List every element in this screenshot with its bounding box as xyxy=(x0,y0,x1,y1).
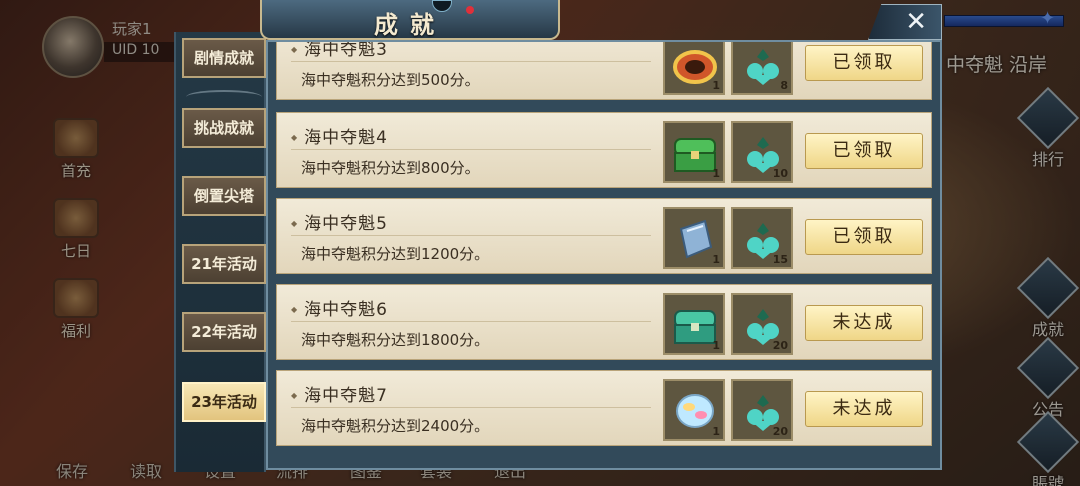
tab-2023-events[interactable]: 23年活动 xyxy=(182,382,266,422)
tab-2022-events[interactable]: 22年活动 xyxy=(182,312,266,352)
reward-count: 1 xyxy=(712,339,720,352)
claim-status-button[interactable]: 未达成 xyxy=(805,391,923,427)
achievement-card: 海中夺魁7 海中夺魁积分达到2400分。 1 20 未达成 xyxy=(276,370,932,446)
reward-slot-1[interactable]: 1 xyxy=(663,121,725,183)
achievement-card: 海中夺魁5 海中夺魁积分达到1200分。 1 15 已领取 xyxy=(276,198,932,274)
achievement-title: 海中夺魁3 xyxy=(291,42,388,60)
achievement-title: 海中夺魁4 xyxy=(291,123,388,148)
reward-count: 1 xyxy=(712,79,720,92)
reward-slot-1[interactable]: 1 xyxy=(663,293,725,355)
claim-status-button[interactable]: 已领取 xyxy=(805,219,923,255)
achievement-title: 海中夺魁7 xyxy=(291,381,388,406)
achievement-title: 海中夺魁6 xyxy=(291,295,388,320)
card-divider xyxy=(291,235,651,236)
card-divider xyxy=(291,407,651,408)
achievement-description: 海中夺魁积分达到500分。 xyxy=(301,71,480,89)
claim-status-button[interactable]: 未达成 xyxy=(805,305,923,341)
reward-count: 15 xyxy=(772,253,788,266)
reward-count: 1 xyxy=(712,167,720,180)
reward-count: 20 xyxy=(772,425,788,438)
achievement-description: 海中夺魁积分达到2400分。 xyxy=(301,417,490,435)
achievement-card: 海中夺魁3 海中夺魁积分达到500分。 1 8 已领取 xyxy=(276,42,932,100)
achievement-description: 海中夺魁积分达到1200分。 xyxy=(301,245,490,263)
tab-column: 剧情成就 挑战成就 倒置尖塔 21年活动 22年活动 23年活动 xyxy=(174,32,266,472)
reward-slot-2[interactable]: 8 xyxy=(731,42,793,95)
tab-divider-ornament xyxy=(186,90,262,104)
reward-slot-2[interactable]: 15 xyxy=(731,207,793,269)
window-title: 成就 xyxy=(374,11,446,39)
reward-slot-1[interactable]: 1 xyxy=(663,379,725,441)
reward-slot-2[interactable]: 20 xyxy=(731,293,793,355)
achievement-card: 海中夺魁6 海中夺魁积分达到1800分。 1 20 未达成 xyxy=(276,284,932,360)
achievement-description: 海中夺魁积分达到800分。 xyxy=(301,159,480,177)
achievement-list[interactable]: 海中夺魁3 海中夺魁积分达到500分。 1 8 已领取 xyxy=(266,40,942,470)
tab-story-achievements[interactable]: 剧情成就 xyxy=(182,38,266,78)
window-header: 成就 xyxy=(260,0,560,40)
achievement-description: 海中夺魁积分达到1800分。 xyxy=(301,331,490,349)
notification-dot xyxy=(466,6,474,14)
card-divider xyxy=(291,61,651,62)
reward-slot-2[interactable]: 10 xyxy=(731,121,793,183)
reward-slot-1[interactable]: 1 xyxy=(663,42,725,95)
achievement-title: 海中夺魁5 xyxy=(291,209,388,234)
reward-count: 8 xyxy=(780,79,788,92)
reward-count: 1 xyxy=(712,425,720,438)
card-divider xyxy=(291,149,651,150)
reward-slot-2[interactable]: 20 xyxy=(731,379,793,441)
claim-status-button[interactable]: 已领取 xyxy=(805,133,923,169)
reward-count: 20 xyxy=(772,339,788,352)
achievement-card: 海中夺魁4 海中夺魁积分达到800分。 1 10 已领取 xyxy=(276,112,932,188)
reward-slot-1[interactable]: 1 xyxy=(663,207,725,269)
tab-challenge-achievements[interactable]: 挑战成就 xyxy=(182,108,266,148)
reward-count: 1 xyxy=(712,253,720,266)
claim-status-button[interactable]: 已领取 xyxy=(805,45,923,81)
reward-count: 10 xyxy=(772,167,788,180)
close-icon: ✕ xyxy=(905,7,927,37)
tab-inverted-tower[interactable]: 倒置尖塔 xyxy=(182,176,266,216)
card-divider xyxy=(291,321,651,322)
tab-2021-events[interactable]: 21年活动 xyxy=(182,244,266,284)
